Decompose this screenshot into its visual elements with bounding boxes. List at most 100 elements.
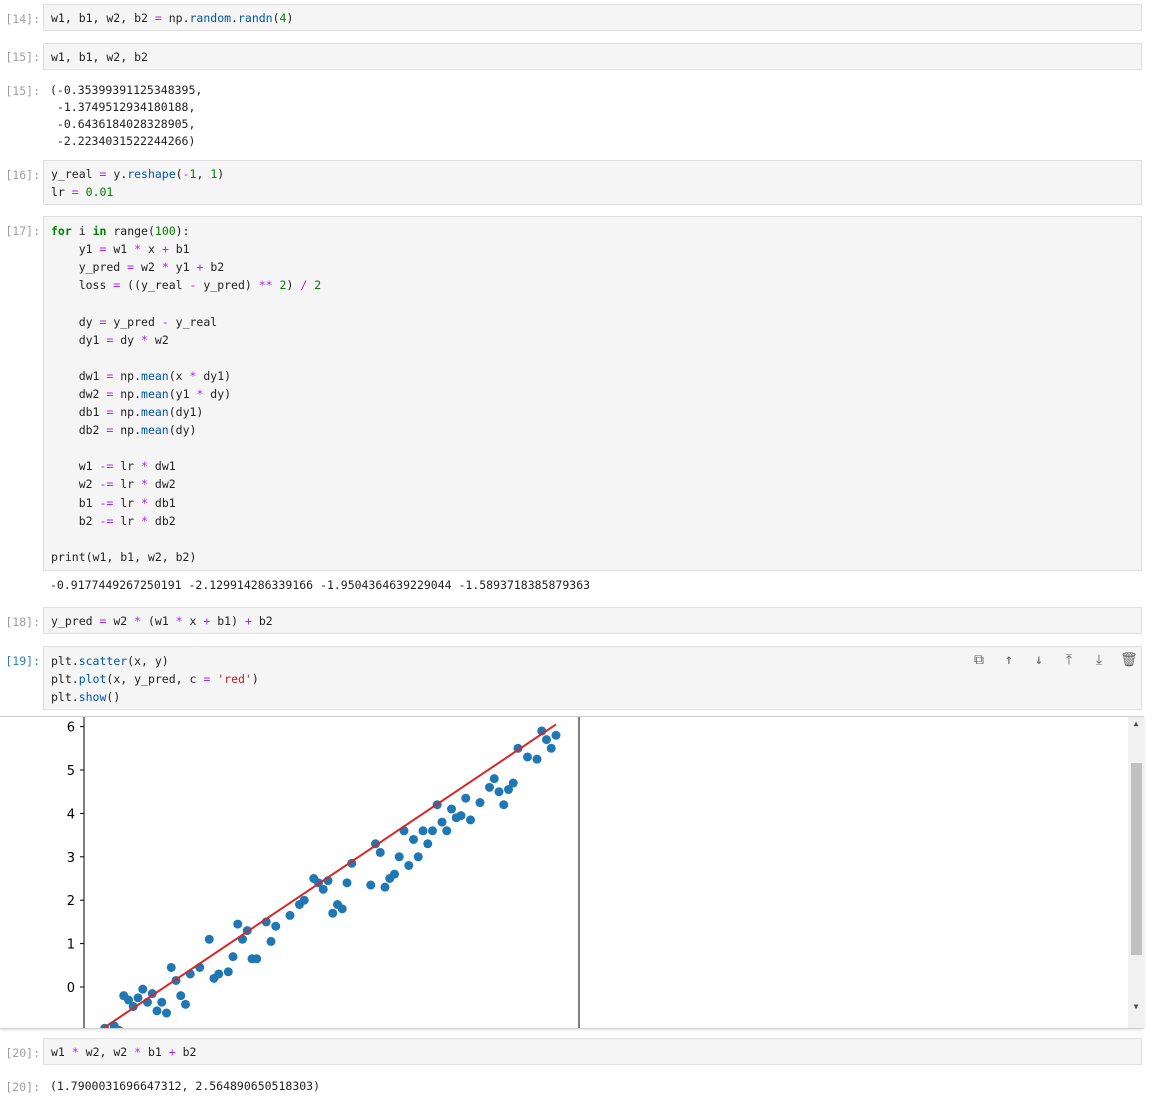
y-tick-label: 2 bbox=[67, 894, 75, 909]
code-line: w1, b1, w2, b2 = np.random.randn(4) bbox=[51, 11, 294, 25]
scatter-point bbox=[442, 826, 452, 836]
code-line: w1, b1, w2, b2 bbox=[51, 50, 148, 64]
scroll-up-icon[interactable]: ▲ bbox=[1128, 717, 1144, 731]
code-line: w1 * w2, w2 * b1 + b2 bbox=[51, 1045, 197, 1059]
scatter-point bbox=[409, 834, 418, 844]
cell-prompt: [15]: bbox=[5, 50, 40, 64]
scatter-point bbox=[157, 997, 167, 1007]
code-line: y_pred = w2 * (w1 * x + b1) + b2 bbox=[51, 614, 273, 628]
cell-prompt: [14]: bbox=[5, 12, 40, 26]
scatter-point bbox=[337, 904, 347, 914]
scroll-thumb[interactable] bbox=[1131, 763, 1142, 955]
scatter-point bbox=[461, 793, 471, 803]
code-line: y_real = y.reshape(-1, 1) bbox=[51, 167, 225, 181]
scatter-point bbox=[428, 826, 437, 836]
output-prompt: [15]: bbox=[5, 84, 40, 98]
code-cell-14[interactable]: w1, b1, w2, b2 = np.random.randn(4) bbox=[43, 4, 1142, 31]
scatter-point bbox=[447, 804, 456, 814]
cell-prompt: [18]: bbox=[5, 615, 40, 629]
copy-icon[interactable]: ⧉ bbox=[970, 651, 988, 669]
scatter-point bbox=[328, 908, 338, 918]
scatter-point bbox=[485, 782, 494, 792]
code-line: y_pred = w2 * y1 + b2 bbox=[51, 260, 225, 275]
regression-line bbox=[101, 723, 557, 1028]
scatter-point bbox=[214, 969, 224, 979]
code-line: plt.show() bbox=[51, 690, 121, 704]
scatter-point bbox=[375, 847, 385, 857]
scatter-point bbox=[162, 1008, 171, 1018]
code-line: lr = 0.01 bbox=[51, 185, 114, 199]
scatter-point bbox=[394, 852, 404, 862]
scatter-point bbox=[494, 787, 504, 797]
y-tick-label: 4 bbox=[67, 807, 75, 822]
scatter-point bbox=[271, 921, 281, 931]
code-cell-15[interactable]: w1, b1, w2, b2 bbox=[43, 43, 1142, 70]
move-down-icon[interactable]: ↓ bbox=[1030, 651, 1048, 669]
scatter-chart: 6 5 4 3 2 1 0 bbox=[67, 717, 580, 1028]
cell-prompt: [19]: bbox=[5, 654, 40, 668]
insert-above-icon[interactable]: ⤒ bbox=[1060, 651, 1078, 669]
code-cell-16[interactable]: y_real = y.reshape(-1, 1) lr = 0.01 bbox=[43, 160, 1142, 205]
code-cell-20[interactable]: w1 * w2, w2 * b1 + b2 bbox=[43, 1038, 1142, 1065]
code-line: b1 -= lr * db1 bbox=[51, 495, 176, 510]
code-cell-17[interactable]: for i in range(100): y1 = w1 * x + b1 y_… bbox=[43, 216, 1142, 571]
code-line: db2 = np.mean(dy) bbox=[51, 423, 197, 438]
output-line: -0.9177449267250191 -2.129914286339166 -… bbox=[50, 578, 591, 592]
scatter-point bbox=[499, 800, 509, 810]
scatter-point bbox=[546, 743, 556, 753]
cell-prompt: [17]: bbox=[5, 224, 40, 238]
code-line: w2 -= lr * dw2 bbox=[51, 477, 176, 492]
output-line: -2.2234031522244266) bbox=[50, 134, 196, 148]
y-tick-label: 5 bbox=[67, 764, 75, 779]
output-prompt: [20]: bbox=[5, 1080, 40, 1094]
code-cell-18[interactable]: y_pred = w2 * (w1 * x + b1) + b2 bbox=[43, 607, 1142, 634]
scatter-point bbox=[466, 815, 475, 825]
output-line: -0.6436184028328905, bbox=[50, 117, 196, 131]
code-line: w1 -= lr * dw1 bbox=[51, 459, 176, 474]
code-line: print(w1, b1, w2, b2) bbox=[51, 549, 197, 564]
scatter-point bbox=[181, 999, 190, 1009]
scatter-point bbox=[551, 730, 561, 740]
scatter-point bbox=[437, 817, 447, 827]
code-line: y1 = w1 * x + b1 bbox=[51, 242, 190, 257]
scatter-point bbox=[252, 954, 262, 964]
delete-icon[interactable]: 🗑 bbox=[1120, 651, 1138, 669]
scatter-point bbox=[508, 778, 518, 788]
scatter-point bbox=[166, 962, 176, 972]
code-line: for i in range(100): bbox=[51, 224, 190, 238]
code-line: b2 -= lr * db2 bbox=[51, 513, 176, 528]
scatter-point bbox=[299, 895, 309, 905]
cell-prompt: [16]: bbox=[5, 168, 40, 182]
scatter-point bbox=[318, 884, 328, 894]
scatter-point bbox=[266, 936, 276, 946]
scatter-point bbox=[542, 735, 551, 745]
y-tick-label: 3 bbox=[67, 851, 75, 866]
scatter-point bbox=[532, 754, 542, 764]
code-line: loss = ((y_real - y_pred) ** 2) / 2 bbox=[51, 278, 322, 293]
scatter-point bbox=[285, 910, 295, 920]
scatter-point bbox=[204, 934, 214, 944]
scroll-down-icon[interactable]: ▼ bbox=[1128, 1000, 1144, 1014]
scatter-point bbox=[133, 993, 143, 1003]
y-tick-label: 6 bbox=[67, 721, 75, 736]
scatter-point bbox=[176, 991, 186, 1001]
scatter-point bbox=[152, 1006, 162, 1016]
output-line: (-0.35399391125348395, bbox=[50, 83, 203, 97]
scatter-point bbox=[366, 880, 376, 890]
code-line: plt.scatter(x, y) bbox=[51, 654, 169, 668]
scatter-point bbox=[423, 839, 433, 849]
code-line: plt.plot(x, y_pred, c = 'red') bbox=[51, 672, 259, 686]
output-scrollbar[interactable]: ▲ ▼ bbox=[1128, 717, 1144, 1028]
scatter-point bbox=[404, 860, 414, 870]
code-line: dw2 = np.mean(y1 * dy) bbox=[51, 386, 232, 401]
insert-below-icon[interactable]: ⤓ bbox=[1090, 651, 1108, 669]
code-line: dw1 = np.mean(x * dy1) bbox=[51, 368, 232, 383]
output-line: (1.7900031696647312, 2.564890650518303) bbox=[50, 1079, 321, 1093]
scatter-point bbox=[456, 811, 466, 821]
move-up-icon[interactable]: ↑ bbox=[1000, 651, 1018, 669]
cell-toolbar: ⧉ ↑ ↓ ⤒ ⤓ 🗑 bbox=[970, 651, 1138, 669]
code-line: db1 = np.mean(dy1) bbox=[51, 405, 204, 419]
scatter-point bbox=[228, 952, 238, 962]
scatter-point bbox=[380, 882, 390, 892]
scatter-point bbox=[233, 919, 243, 929]
